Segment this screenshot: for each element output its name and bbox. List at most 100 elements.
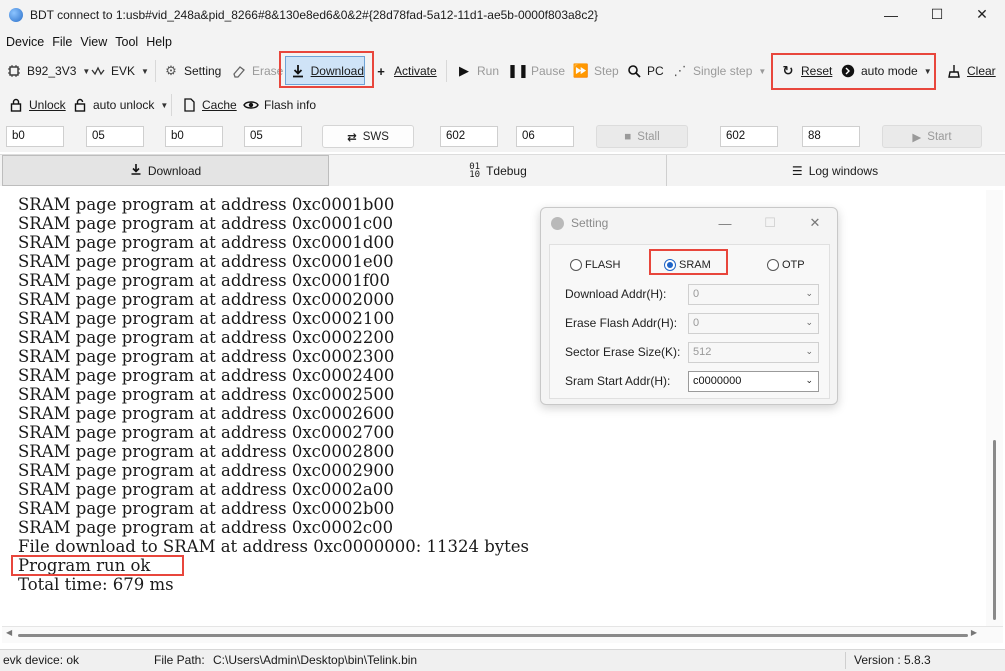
chevron-down-icon: ⌄ (805, 375, 813, 385)
tab-log-windows[interactable]: ☰ Log windows (667, 155, 1003, 186)
eraser-icon (231, 63, 247, 79)
erase-button[interactable]: Erase (231, 59, 283, 83)
setting-button[interactable]: ⚙ Setting (163, 59, 221, 83)
chevron-down-icon: ▼ (141, 66, 149, 76)
register-field-2[interactable]: 05 (86, 126, 144, 147)
register-field-1[interactable]: b0 (6, 126, 64, 147)
pause-label: Pause (531, 64, 566, 78)
scroll-thumb[interactable] (18, 634, 968, 637)
board-select[interactable]: EVK ▼ (90, 59, 149, 83)
version-label: Version : 5.8.3 (854, 653, 931, 667)
chevron-down-icon: ⌄ (805, 317, 813, 327)
menu-help[interactable]: Help (146, 35, 172, 49)
horizontal-scrollbar[interactable]: ◀ ▶ (2, 626, 1003, 643)
log-line: Total time: 679 ms (18, 575, 174, 594)
gear-icon (551, 216, 564, 230)
log-line: SRAM page program at address 0xc0001b00 (18, 195, 395, 214)
menu-file[interactable]: File (52, 35, 72, 49)
radio-dot (570, 259, 582, 271)
cache-button[interactable]: Cache (181, 93, 237, 117)
register-field-5[interactable]: 602 (440, 126, 498, 147)
single-step-label: Single step (693, 64, 753, 78)
menu-device[interactable]: Device (6, 35, 44, 49)
setting-label: Setting (184, 64, 222, 78)
log-line: SRAM page program at address 0xc0001f00 (18, 271, 390, 290)
lock-icon (8, 97, 24, 113)
tab-download-label: Download (147, 163, 202, 178)
menu-tool[interactable]: Tool (115, 35, 138, 49)
download-addr-value: 0 (693, 288, 700, 300)
sram-start-addr-select[interactable]: c0000000 ⌄ (688, 371, 819, 392)
gear-icon: ⚙ (165, 63, 177, 78)
minimize-button[interactable]: — (868, 0, 914, 29)
register-field-8[interactable]: 88 (802, 126, 860, 147)
status-bar: evk device: ok File Path: C:\Users\Admin… (0, 649, 1005, 671)
menu-view[interactable]: View (80, 35, 107, 49)
unlock-button[interactable]: Unlock (8, 93, 66, 117)
flash-info-button[interactable]: Flash info (243, 93, 316, 117)
erase-flash-addr-value: 0 (693, 317, 700, 329)
stall-label: Stall (637, 130, 660, 143)
run-button[interactable]: ▶ Run (456, 59, 499, 83)
title-bar: BDT connect to 1:usb#vid_248a&pid_8266#8… (0, 0, 1005, 29)
register-field-4[interactable]: 05 (244, 126, 302, 147)
log-line: SRAM page program at address 0xc0002b00 (18, 499, 395, 518)
chip-select[interactable]: B92_3V3 ▼ (6, 59, 90, 83)
file-path-label: File Path: (154, 653, 205, 667)
single-step-select[interactable]: ⋰ Single step ▼ (672, 59, 767, 83)
unlock-label: Unlock (29, 98, 66, 112)
download-highlight (279, 51, 374, 88)
radio-otp-label: OTP (782, 259, 805, 271)
activate-button[interactable]: + Activate (373, 59, 436, 83)
log-line: SRAM page program at address 0xc0002000 (18, 290, 395, 309)
setting-dialog: Setting — ☐ ✕ FLASH SRAM OTP Download Ad… (540, 207, 838, 405)
close-button[interactable]: ✕ (959, 0, 1005, 29)
tab-log-windows-label: Log windows (808, 163, 879, 178)
stall-button[interactable]: ■ Stall (596, 125, 688, 148)
pc-button[interactable]: PC (626, 59, 664, 83)
register-field-6[interactable]: 06 (516, 126, 574, 147)
sws-button[interactable]: ⇄ SWS (322, 125, 414, 148)
erase-flash-addr-select[interactable]: 0 ⌄ (688, 313, 819, 334)
log-line: SRAM page program at address 0xc0001e00 (18, 252, 394, 271)
sector-erase-size-select[interactable]: 512 ⌄ (688, 342, 819, 363)
radio-otp[interactable]: OTP (767, 259, 805, 271)
tab-download[interactable]: Download (2, 155, 329, 186)
tab-tdebug[interactable]: 01 10 Tdebug (330, 155, 667, 186)
clear-button[interactable]: Clear (946, 59, 996, 83)
dialog-minimize-button[interactable]: — (715, 214, 735, 232)
start-button[interactable]: ▶ Start (882, 125, 982, 148)
radio-flash[interactable]: FLASH (570, 259, 620, 271)
log-line: File download to SRAM at address 0xc0000… (18, 537, 530, 556)
log-line: SRAM page program at address 0xc0002800 (18, 442, 395, 461)
register-field-3[interactable]: b0 (165, 126, 223, 147)
window-title: BDT connect to 1:usb#vid_248a&pid_8266#8… (30, 7, 599, 22)
toolbar-divider (171, 94, 172, 116)
vertical-scrollbar[interactable] (986, 190, 1003, 626)
maximize-button[interactable]: ☐ (914, 0, 960, 29)
log-line: SRAM page program at address 0xc0002700 (18, 423, 395, 442)
download-addr-label: Download Addr(H): (565, 287, 667, 301)
secondary-toolbar: Unlock auto unlock ▼ Cache Flash info (0, 88, 1005, 122)
sram-start-addr-label: Sram Start Addr(H): (565, 374, 671, 388)
tab-bar: Download 01 10 Tdebug ☰ Log windows (0, 154, 1005, 186)
log-line: SRAM page program at address 0xc0002900 (18, 461, 395, 480)
step-button[interactable]: ⏩ Step (573, 59, 619, 83)
play-icon: ▶ (459, 63, 469, 78)
radio-flash-label: FLASH (585, 259, 621, 271)
scroll-right-icon[interactable]: ▶ (971, 628, 977, 637)
scroll-left-icon[interactable]: ◀ (6, 628, 12, 637)
chevron-down-icon: ⌄ (805, 288, 813, 298)
download-addr-select[interactable]: 0 ⌄ (688, 284, 819, 305)
pause-button[interactable]: ❚❚ Pause (507, 59, 566, 83)
register-toolbar: b0 05 b0 05 ⇄ SWS 602 06 ■ Stall 602 88 … (0, 122, 1005, 152)
log-line: SRAM page program at address 0xc0002600 (18, 404, 395, 423)
dialog-maximize-button[interactable]: ☐ (760, 214, 780, 232)
auto-unlock-select[interactable]: auto unlock ▼ (72, 93, 168, 117)
chip-icon (6, 63, 22, 79)
register-field-7[interactable]: 602 (720, 126, 778, 147)
toolbar-divider (155, 60, 156, 82)
dialog-close-button[interactable]: ✕ (805, 214, 825, 232)
pc-label: PC (647, 64, 664, 78)
scroll-thumb[interactable] (993, 440, 996, 620)
